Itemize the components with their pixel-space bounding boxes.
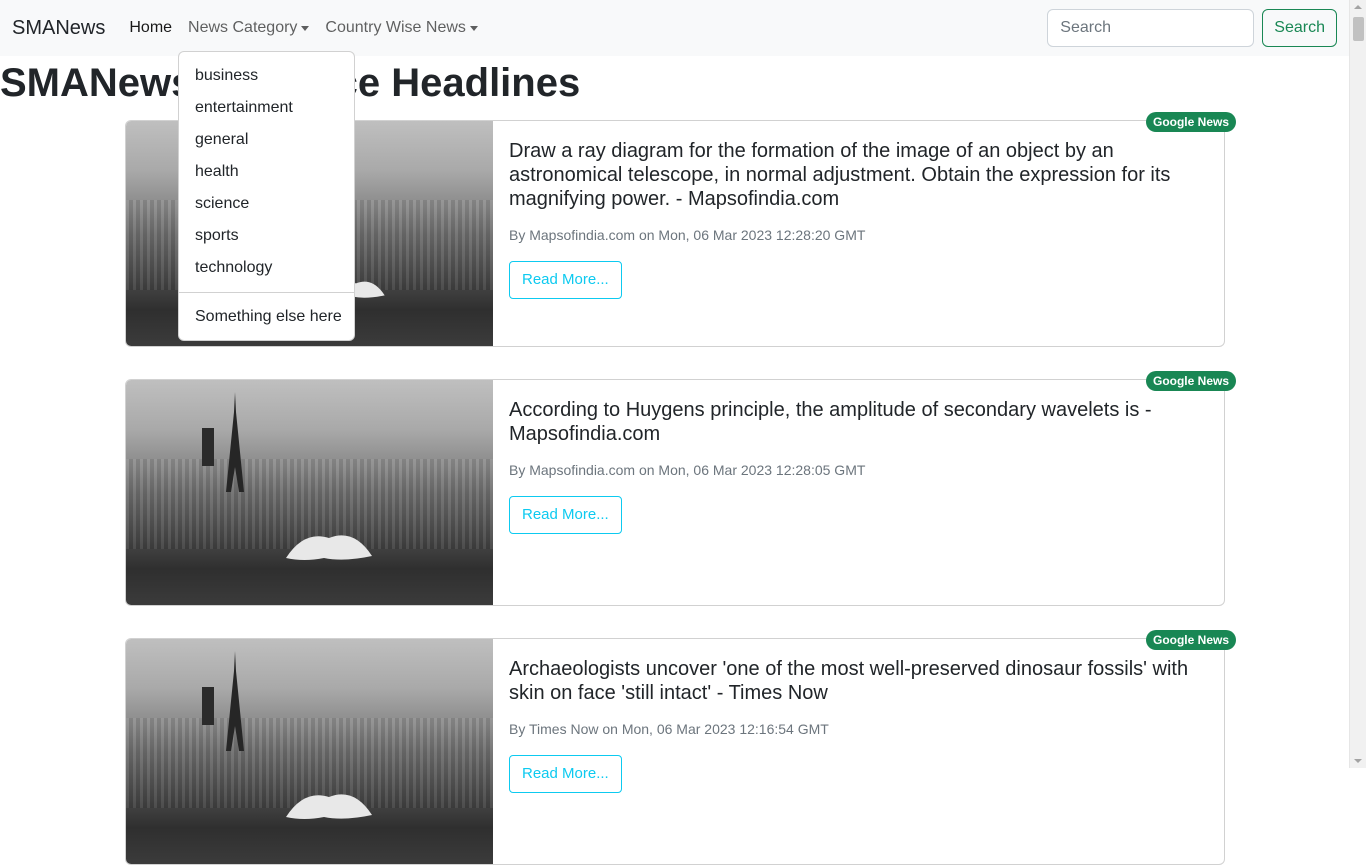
brand-link[interactable]: SMANews xyxy=(12,14,105,42)
news-meta: By Times Now on Mon, 06 Mar 2023 12:16:5… xyxy=(509,721,829,737)
vertical-scrollbar[interactable] xyxy=(1349,0,1366,768)
source-badge: Google News xyxy=(1145,112,1236,132)
news-image xyxy=(126,639,493,864)
read-more-button[interactable]: Read More... xyxy=(509,496,622,534)
dropdown-item-entertainment[interactable]: entertainment xyxy=(179,92,354,124)
dropdown-item-general[interactable]: general xyxy=(179,124,354,156)
scroll-down-icon[interactable] xyxy=(1354,759,1362,763)
card-body: According to Huygens principle, the ampl… xyxy=(493,380,1224,605)
news-meta: By Mapsofindia.com on Mon, 06 Mar 2023 1… xyxy=(509,227,866,243)
card-body: Draw a ray diagram for the formation of … xyxy=(493,121,1224,346)
nav-country-wise-news-label: Country Wise News xyxy=(325,19,466,36)
news-image xyxy=(126,380,493,605)
search-button[interactable]: Search xyxy=(1262,9,1337,47)
source-badge: Google News xyxy=(1145,371,1236,391)
caret-down-icon xyxy=(301,25,310,31)
nav-home[interactable]: Home xyxy=(121,16,180,40)
dropdown-divider xyxy=(179,292,354,293)
news-category-dropdown: business entertainment general health sc… xyxy=(178,51,355,341)
dropdown-item-something-else[interactable]: Something else here xyxy=(179,301,354,333)
nav-news-category[interactable]: News Category xyxy=(180,16,317,40)
search-input[interactable] xyxy=(1047,9,1255,47)
read-more-button[interactable]: Read More... xyxy=(509,261,622,299)
news-meta: By Mapsofindia.com on Mon, 06 Mar 2023 1… xyxy=(509,462,866,478)
caret-down-icon xyxy=(469,25,478,31)
read-more-button[interactable]: Read More... xyxy=(509,755,622,793)
scroll-thumb[interactable] xyxy=(1353,17,1364,41)
dropdown-item-business[interactable]: business xyxy=(179,60,354,92)
news-card: Archaeologists uncover 'one of the most … xyxy=(125,630,1236,865)
news-title: Archaeologists uncover 'one of the most … xyxy=(509,658,1189,704)
search-form: Search xyxy=(1047,9,1337,47)
nav-links: Home News Category Country Wise News xyxy=(121,16,486,40)
navbar: SMANews Home News Category Country Wise … xyxy=(0,0,1349,56)
dropdown-item-technology[interactable]: technology xyxy=(179,252,354,284)
nav-news-category-label: News Category xyxy=(188,19,298,36)
source-badge: Google News xyxy=(1145,630,1236,650)
dropdown-item-sports[interactable]: sports xyxy=(179,220,354,252)
news-card: According to Huygens principle, the ampl… xyxy=(125,371,1236,606)
news-title: Draw a ray diagram for the formation of … xyxy=(509,140,1171,210)
card-body: Archaeologists uncover 'one of the most … xyxy=(493,639,1224,864)
news-title: According to Huygens principle, the ampl… xyxy=(509,399,1152,445)
dropdown-item-health[interactable]: health xyxy=(179,156,354,188)
nav-country-wise-news[interactable]: Country Wise News xyxy=(317,16,485,40)
scroll-up-icon[interactable] xyxy=(1354,5,1362,9)
dropdown-item-science[interactable]: science xyxy=(179,188,354,220)
